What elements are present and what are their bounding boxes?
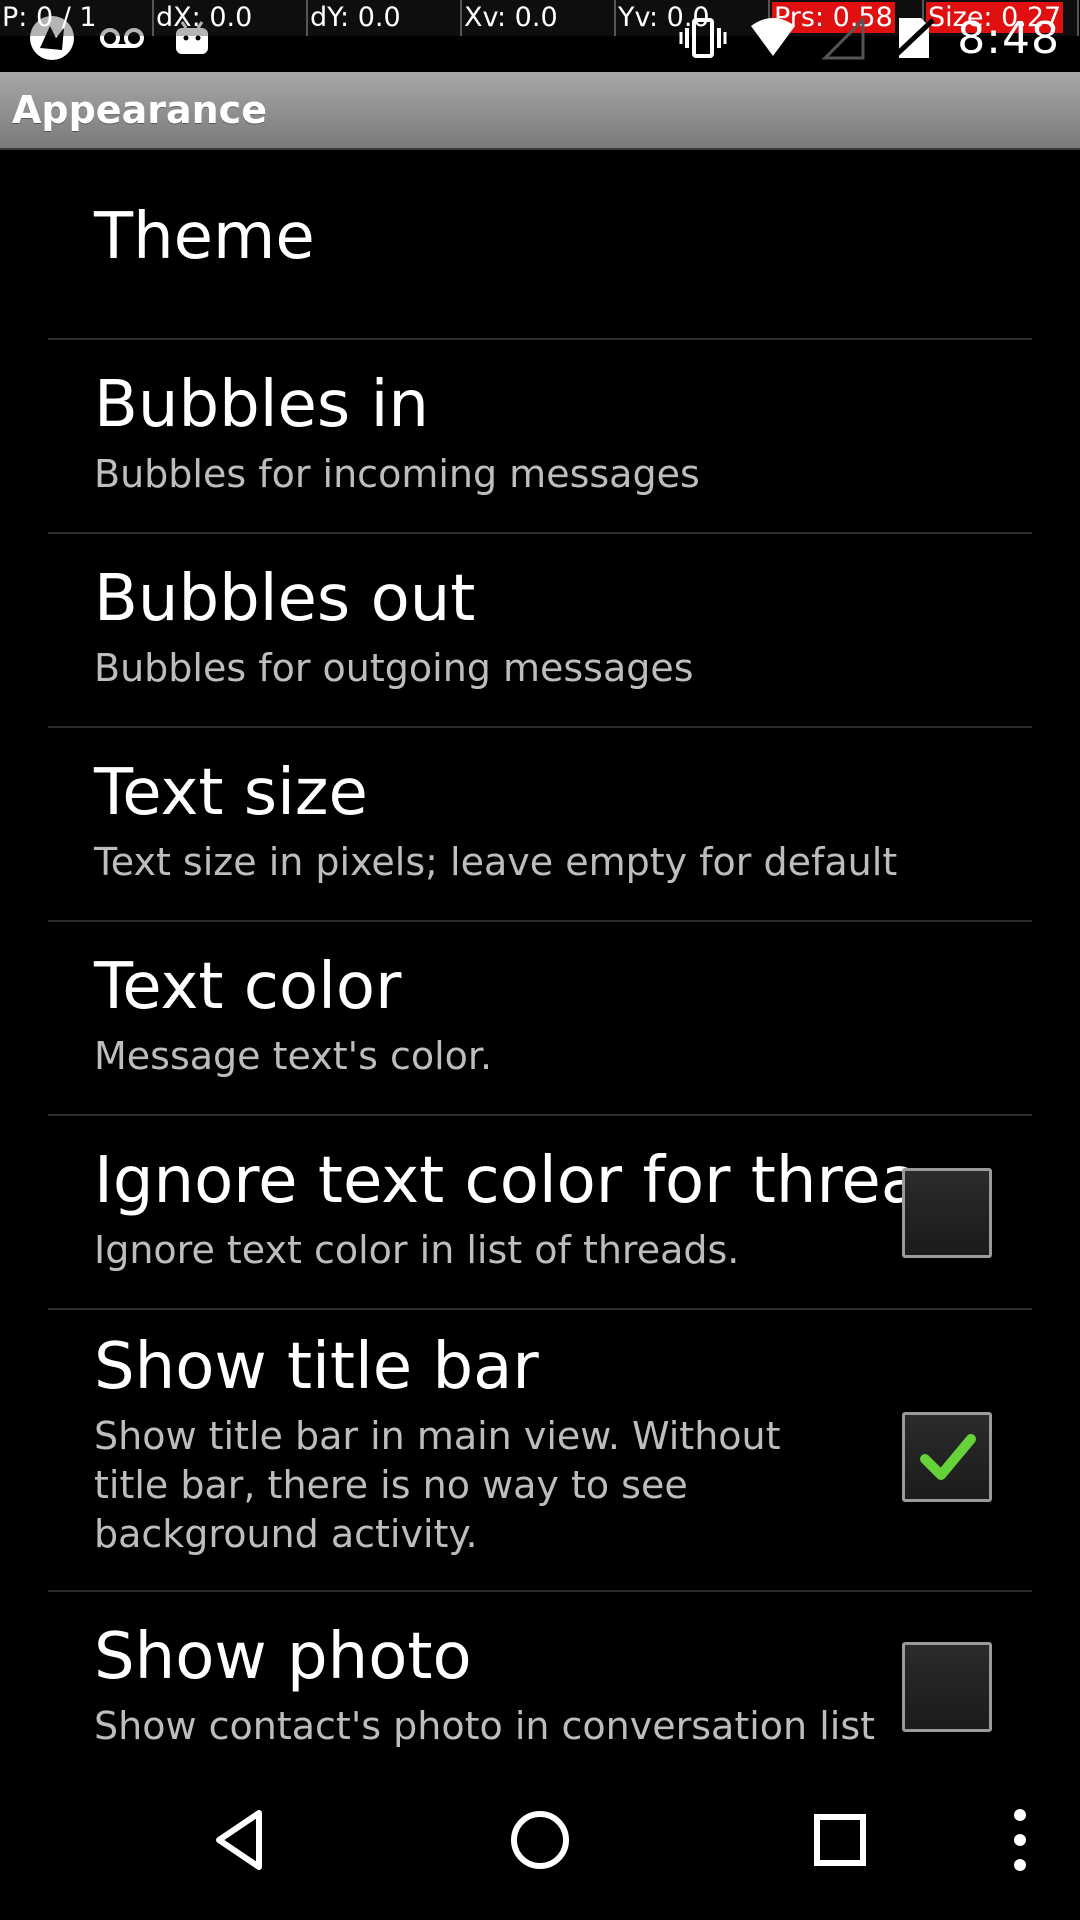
show-photo-checkbox[interactable] [902, 1642, 992, 1732]
setting-show-photo-summary: Show contact's photo in conversation lis… [94, 1704, 876, 1748]
setting-bubbles-out-title: Bubbles out [94, 562, 476, 636]
status-clock: 8:48 [957, 12, 1060, 64]
setting-show-photo-title: Show photo [94, 1620, 472, 1694]
setting-show-photo[interactable]: Show photo Show contact's photo in conve… [48, 1592, 1032, 1760]
ignore-text-color-checkbox[interactable] [902, 1168, 992, 1258]
setting-theme-title: Theme [94, 200, 315, 274]
recents-button[interactable] [780, 1760, 900, 1920]
back-icon [216, 1810, 262, 1870]
setting-bubbles-in-summary: Bubbles for incoming messages [94, 452, 700, 496]
setting-ignore-text-color-title: Ignore text color for threa.. [94, 1144, 961, 1218]
setting-show-title-bar-summary: Show title bar in main view. Without tit… [94, 1414, 781, 1556]
home-button[interactable] [480, 1760, 600, 1920]
overflow-menu-button[interactable] [980, 1760, 1060, 1920]
checkmark-icon [920, 1434, 976, 1480]
debug-dx: dX: 0.0 [154, 0, 308, 36]
debug-xv: Xv: 0.0 [462, 0, 616, 36]
overflow-menu-icon [1014, 1809, 1026, 1871]
settings-list[interactable]: Theme Bubbles in Bubbles for incoming me… [0, 148, 1080, 1760]
setting-bubbles-in-title: Bubbles in [94, 368, 429, 442]
setting-bubbles-in[interactable]: Bubbles in Bubbles for incoming messages [48, 340, 1032, 534]
debug-pointer-count: P: 0 / 1 [0, 0, 154, 36]
navigation-bar [0, 1760, 1080, 1920]
vibrate-icon [677, 12, 729, 64]
setting-text-color-title: Text color [94, 950, 402, 1024]
page-title: Appearance [12, 88, 267, 132]
no-signal-icon [817, 12, 869, 64]
show-title-bar-checkbox[interactable] [902, 1412, 992, 1502]
setting-ignore-text-color-summary: Ignore text color in list of threads. [94, 1228, 740, 1272]
setting-text-color-summary: Message text's color. [94, 1034, 493, 1078]
home-icon [511, 1811, 569, 1869]
app-title-bar: Appearance [0, 72, 1080, 150]
setting-text-size[interactable]: Text size Text size in pixels; leave emp… [48, 728, 1032, 922]
setting-text-size-title: Text size [94, 756, 368, 830]
no-sim-icon [887, 12, 939, 64]
status-bar: P: 0 / 1 dX: 0.0 dY: 0.0 Xv: 0.0 Yv: 0.0… [0, 0, 1080, 72]
setting-ignore-text-color[interactable]: Ignore text color for threa.. Ignore tex… [48, 1116, 1032, 1310]
setting-bubbles-out[interactable]: Bubbles out Bubbles for outgoing message… [48, 534, 1032, 728]
setting-show-title-bar[interactable]: Show title bar Show title bar in main vi… [48, 1310, 1032, 1592]
setting-show-title-bar-title: Show title bar [94, 1330, 539, 1404]
back-button[interactable] [180, 1760, 300, 1920]
setting-theme[interactable]: Theme [48, 148, 1032, 340]
setting-text-size-summary: Text size in pixels; leave empty for def… [94, 840, 898, 884]
recents-icon [814, 1814, 866, 1866]
setting-bubbles-out-summary: Bubbles for outgoing messages [94, 646, 694, 690]
status-right-icons: 8:48 [677, 8, 1060, 68]
screen: P: 0 / 1 dX: 0.0 dY: 0.0 Xv: 0.0 Yv: 0.0… [0, 0, 1080, 1920]
debug-dy: dY: 0.0 [308, 0, 462, 36]
setting-text-color[interactable]: Text color Message text's color. [48, 922, 1032, 1116]
wifi-icon [747, 12, 799, 64]
